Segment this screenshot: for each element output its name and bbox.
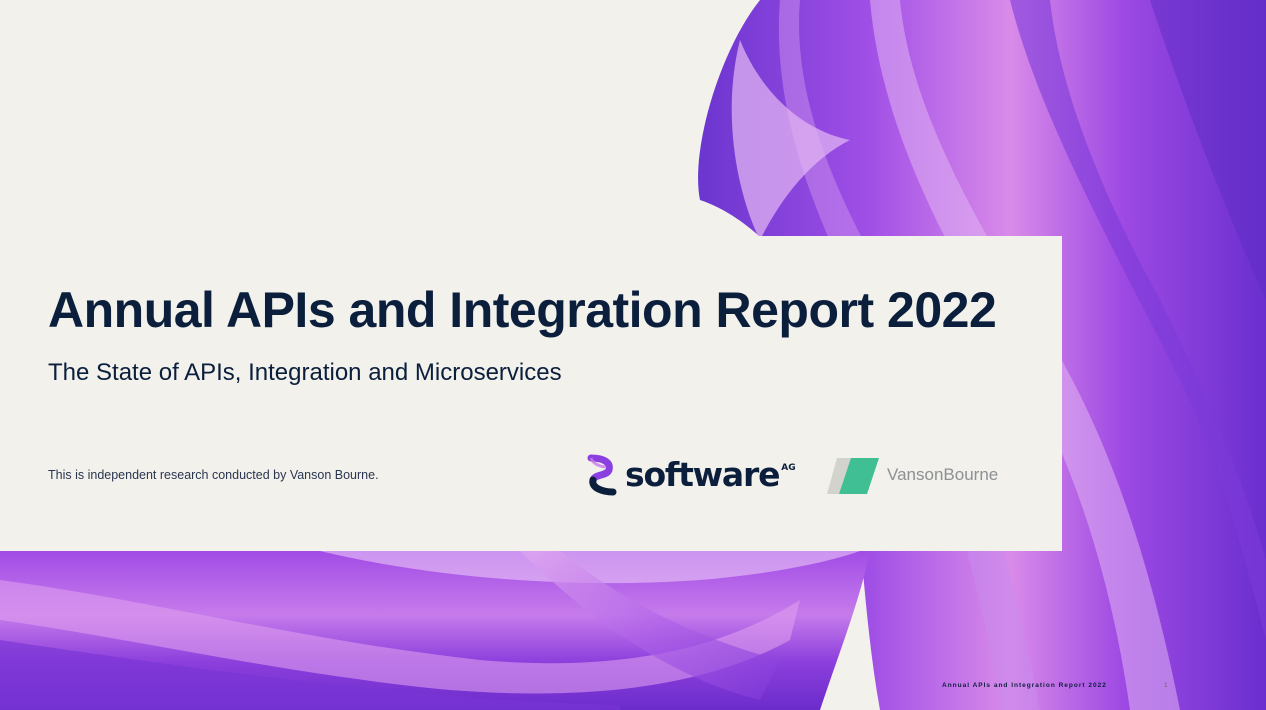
software-ag-wordmark: software [625, 455, 780, 494]
software-ag-s-icon [587, 454, 617, 496]
vanson-bourne-logo: VansonBourne [823, 454, 998, 496]
report-subtitle: The State of APIs, Integration and Micro… [48, 359, 562, 386]
bourne-word: Bourne [943, 465, 999, 484]
software-ag-logo: software AG [585, 454, 796, 496]
report-cover-page: Annual APIs and Integration Report 2022 … [0, 0, 1266, 710]
footer-report-title: Annual APIs and Integration Report 2022 [942, 682, 1107, 689]
vanson-bourne-mark-icon [827, 458, 879, 494]
software-ag-suffix: AG [781, 463, 796, 473]
vanson-word: Vanson [887, 465, 944, 484]
report-title: Annual APIs and Integration Report 2022 [48, 282, 997, 338]
vanson-bourne-wordmark: VansonBourne [887, 465, 998, 485]
research-note: This is independent research conducted b… [48, 468, 379, 482]
footer-page-number: 1 [1164, 682, 1168, 689]
